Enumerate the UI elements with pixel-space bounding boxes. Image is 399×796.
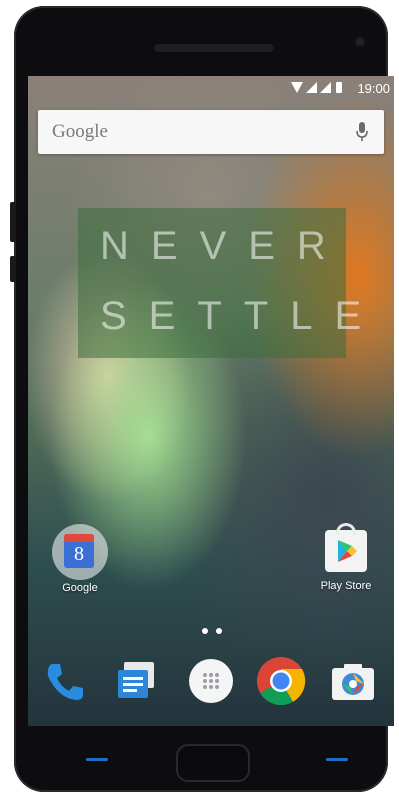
camera-app[interactable] bbox=[326, 654, 380, 708]
status-bar: 19:00 bbox=[28, 76, 394, 102]
page-dot bbox=[202, 628, 208, 634]
phone-app[interactable] bbox=[38, 654, 92, 708]
mic-icon[interactable] bbox=[356, 122, 368, 142]
app-play-store[interactable]: Play Store bbox=[308, 523, 384, 592]
google-folder-icon: 8 bbox=[52, 524, 108, 580]
battery-icon bbox=[336, 82, 342, 93]
chrome-app[interactable] bbox=[254, 654, 308, 708]
page-indicator bbox=[202, 628, 222, 634]
power-button[interactable] bbox=[10, 256, 16, 282]
google-search-bar[interactable]: Google bbox=[38, 110, 384, 154]
phone-icon bbox=[47, 664, 83, 700]
status-icons bbox=[291, 82, 342, 93]
volume-button[interactable] bbox=[10, 202, 16, 242]
wifi-icon bbox=[291, 82, 303, 93]
page-dot bbox=[216, 628, 222, 634]
messaging-app[interactable] bbox=[110, 654, 164, 708]
app-label-play-store: Play Store bbox=[320, 580, 372, 592]
signal-icon bbox=[320, 82, 331, 93]
home-screen: 19:00 Google NEVER SETTLE 8 Google Play … bbox=[28, 76, 394, 726]
chrome-icon bbox=[257, 657, 306, 706]
app-drawer-icon bbox=[189, 659, 233, 703]
app-drawer-button[interactable] bbox=[184, 654, 238, 708]
status-time: 19:00 bbox=[357, 81, 390, 96]
recents-key[interactable] bbox=[326, 758, 348, 761]
search-placeholder: Google bbox=[52, 121, 108, 142]
hardware-nav-bar bbox=[28, 740, 394, 782]
camera-icon bbox=[332, 664, 374, 700]
play-store-icon bbox=[325, 523, 367, 572]
wallpaper-text-line1: NEVER bbox=[100, 224, 348, 268]
back-key[interactable] bbox=[86, 758, 108, 761]
earpiece-speaker bbox=[154, 44, 274, 52]
app-label-google: Google bbox=[62, 582, 98, 594]
home-button[interactable] bbox=[176, 744, 250, 782]
messaging-icon bbox=[118, 662, 154, 698]
front-camera bbox=[354, 36, 366, 48]
app-google[interactable]: 8 Google bbox=[48, 524, 112, 594]
wallpaper-text-line2: SETTLE bbox=[100, 294, 384, 338]
signal-icon bbox=[306, 82, 317, 93]
wallpaper-banner: NEVER SETTLE bbox=[78, 208, 384, 358]
dock bbox=[28, 654, 394, 714]
